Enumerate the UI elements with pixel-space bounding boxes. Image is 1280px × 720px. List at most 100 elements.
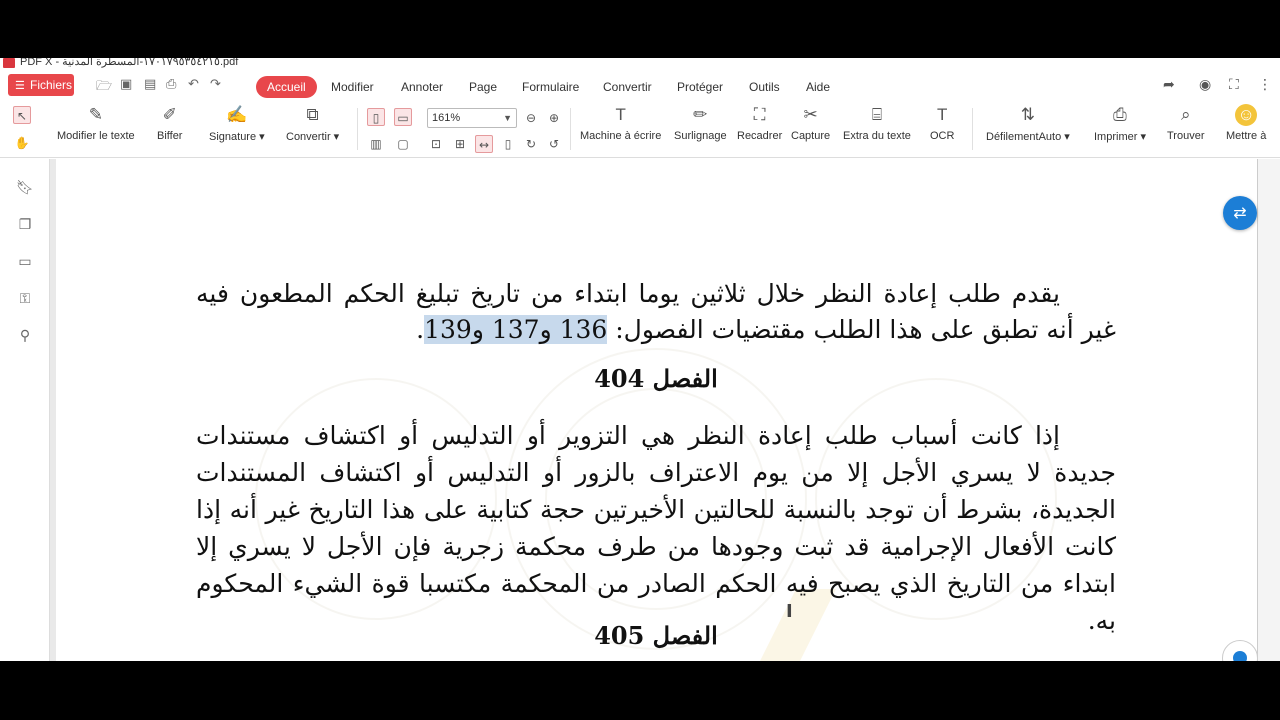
edit-text-icon: ✎	[88, 105, 103, 124]
trouver-button[interactable]: ⌕ Trouver	[1167, 104, 1205, 142]
eye-icon[interactable]: ◉	[1199, 77, 1211, 93]
redo-icon[interactable]: ↷	[210, 77, 221, 92]
save-as-icon[interactable]: ▤	[144, 77, 156, 92]
continuous-page-icon[interactable]: ▭	[394, 108, 412, 126]
machine-label: Machine à écrire	[580, 130, 662, 142]
fit-page-icon[interactable]: ⊞	[451, 135, 469, 153]
surlignage-label: Surlignage	[674, 130, 727, 142]
machine-ecrire-button[interactable]: T Machine à écrire	[580, 104, 661, 142]
signature-label: Signature ▾	[209, 131, 265, 143]
convert-icon: ⧉	[306, 105, 319, 124]
chevron-down-icon: ▼	[503, 113, 512, 123]
defilement-label: DéfilementAuto ▾	[986, 131, 1070, 143]
tab-formulaire[interactable]: Formulaire	[511, 76, 590, 98]
rotate-left-icon[interactable]: ↺	[545, 135, 563, 153]
ocr-button[interactable]: T OCR	[930, 104, 954, 142]
two-page-icon[interactable]: ▥	[367, 135, 385, 153]
convertir-label: Convertir ▾	[286, 131, 340, 143]
tab-modifier[interactable]: Modifier	[320, 76, 385, 98]
share-icon[interactable]: ➦	[1163, 77, 1175, 93]
actual-size-icon[interactable]: ⊡	[427, 135, 445, 153]
convertir-button[interactable]: ⧉ Convertir ▾	[286, 104, 339, 143]
recadrer-label: Recadrer	[737, 130, 783, 142]
separator	[357, 108, 358, 150]
tab-page[interactable]: Page	[458, 76, 508, 98]
imprimer-button[interactable]: ⎙ Imprimer ▾	[1094, 104, 1146, 143]
hand-tool-icon[interactable]: ✋	[13, 134, 31, 152]
zoom-out-icon[interactable]: ⊖	[522, 109, 540, 127]
pdf-page[interactable]: يقدم طلب إعادة النظر خلال ثلاثين يوما اب…	[56, 159, 1257, 661]
comments-icon[interactable]: ▭	[16, 253, 34, 271]
tab-accueil[interactable]: Accueil	[256, 76, 317, 98]
text-cursor-icon: I	[786, 601, 793, 622]
capture-label: Capture	[791, 130, 831, 142]
find-icon: ⌕	[1180, 105, 1191, 124]
title-bar: PDF X - ١٧٠١٧٩٥٣٥٤٢١٥-المسطرة المدنية.pd…	[0, 58, 1280, 70]
printer-icon: ⎙	[1113, 105, 1127, 124]
zoom-in-icon[interactable]: ⊕	[545, 109, 563, 127]
paragraph-404: إذا كانت أسباب طلب إعادة النظر هي التزوي…	[196, 421, 1116, 635]
biffer-label: Biffer	[157, 130, 183, 142]
signature-button[interactable]: ✍ Signature ▾	[209, 104, 265, 143]
menu-row: ☰ Fichiers 🗁 ▣ ▤ ⎙ ↶ ↷ Accueil Modifier A…	[0, 72, 1280, 100]
left-panel: 🔖︎ ❐ ▭ ⚿ ⚲	[0, 159, 50, 661]
tab-convertir[interactable]: Convertir	[592, 76, 663, 98]
defilement-auto-button[interactable]: ⇅ DéfilementAuto ▾	[986, 104, 1070, 143]
thumbnails-icon[interactable]: ❐	[16, 216, 34, 234]
surlignage-button[interactable]: ✏ Surlignage	[674, 104, 727, 142]
modifier-texte-button[interactable]: ✎ Modifier le texte	[57, 104, 135, 142]
typewriter-icon: T	[615, 105, 626, 124]
redact-icon: ✐	[162, 105, 177, 124]
trouver-label: Trouver	[1167, 130, 1205, 142]
undo-icon[interactable]: ↶	[188, 77, 199, 92]
window-title: PDF X - ١٧٠١٧٩٥٣٥٤٢١٥-المسطرة المدنية.pd…	[20, 58, 239, 68]
fit-visible-icon[interactable]: ▯	[499, 135, 517, 153]
highlighted-articles: 136 و137 و139	[424, 315, 608, 344]
zoom-select[interactable]: 161% ▼	[427, 108, 517, 128]
single-page-icon[interactable]: ▯	[367, 108, 385, 126]
more-icon[interactable]: ⋮	[1258, 77, 1272, 93]
fit-width-icon[interactable]: ↔	[475, 135, 493, 153]
heading-article-405: الفصل 405	[594, 621, 718, 650]
fullscreen-icon[interactable]: ⛶	[1229, 77, 1239, 93]
ocr-icon: T	[937, 105, 948, 124]
biffer-button[interactable]: ✐ Biffer	[157, 104, 182, 142]
attachment-icon[interactable]: ⚲	[16, 327, 34, 345]
auto-scroll-icon: ⇅	[1020, 105, 1036, 124]
rotate-right-icon[interactable]: ↻	[522, 135, 540, 153]
translate-icon: ⇄	[1233, 203, 1247, 222]
crop-icon: ⛶	[753, 105, 766, 124]
tab-outils[interactable]: Outils	[738, 76, 791, 98]
bookmark-icon[interactable]: 🔖︎	[16, 179, 34, 197]
fichiers-button[interactable]: ☰ Fichiers	[8, 74, 74, 96]
tab-aide[interactable]: Aide	[795, 76, 841, 98]
letterbox-top	[0, 0, 1280, 58]
select-cursor-icon[interactable]: ↖	[13, 106, 31, 124]
separator	[972, 108, 973, 150]
tab-proteger[interactable]: Protéger	[666, 76, 734, 98]
translate-button[interactable]: ⇄	[1223, 196, 1257, 230]
hamburger-icon: ☰	[15, 80, 25, 92]
app-logo-icon	[3, 58, 15, 68]
para1-end: .	[416, 315, 425, 344]
recadrer-button[interactable]: ⛶ Recadrer	[737, 104, 782, 142]
ocr-label: OCR	[930, 130, 955, 142]
cover-page-icon[interactable]: ▢	[394, 135, 412, 153]
letterbox-bottom	[0, 661, 1280, 720]
scissors-icon: ✂	[803, 105, 818, 124]
capture-button[interactable]: ✂ Capture	[791, 104, 830, 142]
open-folder-icon[interactable]: 🗁	[96, 77, 112, 99]
heading-article-404: الفصل 404	[594, 364, 718, 393]
tab-annoter[interactable]: Annoter	[390, 76, 454, 98]
mettre-label: Mettre à	[1226, 130, 1267, 142]
upgrade-icon: ☺	[1235, 104, 1258, 126]
mettre-button[interactable]: ☺ Mettre à	[1226, 104, 1266, 142]
signatures-icon[interactable]: ⚿	[16, 290, 34, 308]
extract-text-icon: ⌸	[871, 105, 883, 124]
print-icon[interactable]: ⎙	[166, 77, 176, 92]
fichiers-label: Fichiers	[30, 78, 73, 92]
signature-icon: ✍	[226, 105, 248, 124]
highlighter-icon: ✏	[693, 105, 708, 124]
save-icon[interactable]: ▣	[120, 77, 132, 92]
extra-texte-button[interactable]: ⌸ Extra du texte	[843, 104, 911, 142]
